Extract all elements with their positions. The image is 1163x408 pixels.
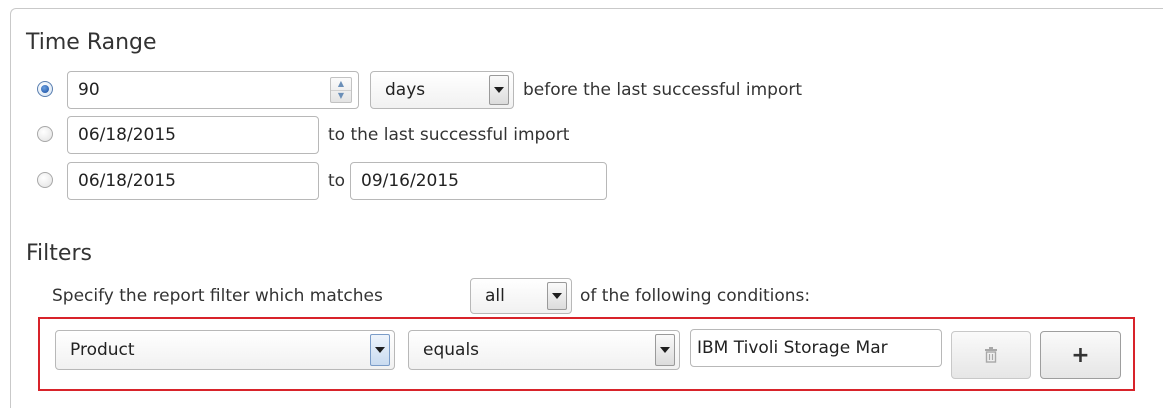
chevron-down-icon[interactable] bbox=[655, 334, 675, 366]
filter-field-value: Product bbox=[70, 340, 135, 360]
from-date-value: 06/18/2015 bbox=[78, 125, 176, 145]
chevron-down-icon[interactable] bbox=[370, 334, 390, 366]
radio-relative-days[interactable] bbox=[37, 81, 53, 97]
time-unit-value: days bbox=[385, 80, 426, 100]
add-condition-label: + bbox=[1071, 342, 1090, 368]
delete-condition-button[interactable] bbox=[951, 331, 1031, 379]
days-count-value: 90 bbox=[78, 80, 100, 100]
filter-match-suffix: of the following conditions: bbox=[580, 286, 811, 306]
from-date-suffix: to the last successful import bbox=[328, 125, 570, 145]
range-start-value: 06/18/2015 bbox=[78, 171, 176, 191]
filter-value-text: IBM Tivoli Storage Mar bbox=[697, 338, 888, 358]
time-range-title: Time Range bbox=[26, 30, 157, 55]
match-mode-value: all bbox=[485, 286, 505, 306]
range-end-value: 09/16/2015 bbox=[361, 171, 459, 191]
from-date-input[interactable]: 06/18/2015 bbox=[67, 116, 319, 154]
chevron-down-icon[interactable] bbox=[547, 282, 567, 310]
match-mode-select[interactable]: all bbox=[470, 278, 572, 314]
filter-value-input[interactable]: IBM Tivoli Storage Mar bbox=[690, 329, 942, 367]
filter-operator-select[interactable]: equals bbox=[408, 330, 680, 370]
filter-operator-value: equals bbox=[423, 340, 480, 360]
filters-title: Filters bbox=[26, 241, 92, 266]
days-count-input[interactable]: 90 bbox=[67, 71, 359, 109]
add-condition-button[interactable]: + bbox=[1040, 331, 1121, 379]
range-end-input[interactable]: 09/16/2015 bbox=[350, 162, 607, 200]
days-spinner[interactable]: ▲ ▼ bbox=[330, 77, 352, 103]
spinner-down-icon[interactable]: ▼ bbox=[331, 90, 351, 102]
relative-days-suffix: before the last successful import bbox=[523, 80, 802, 100]
trash-icon bbox=[985, 347, 997, 363]
range-start-input[interactable]: 06/18/2015 bbox=[67, 162, 319, 200]
radio-date-range[interactable] bbox=[37, 172, 53, 188]
chevron-down-icon[interactable] bbox=[489, 75, 509, 105]
time-unit-select[interactable]: days bbox=[370, 71, 514, 109]
filter-match-prefix: Specify the report filter which matches bbox=[52, 286, 383, 306]
range-to-label: to bbox=[328, 171, 346, 191]
radio-from-date[interactable] bbox=[37, 126, 53, 142]
filter-field-select[interactable]: Product bbox=[55, 330, 395, 370]
